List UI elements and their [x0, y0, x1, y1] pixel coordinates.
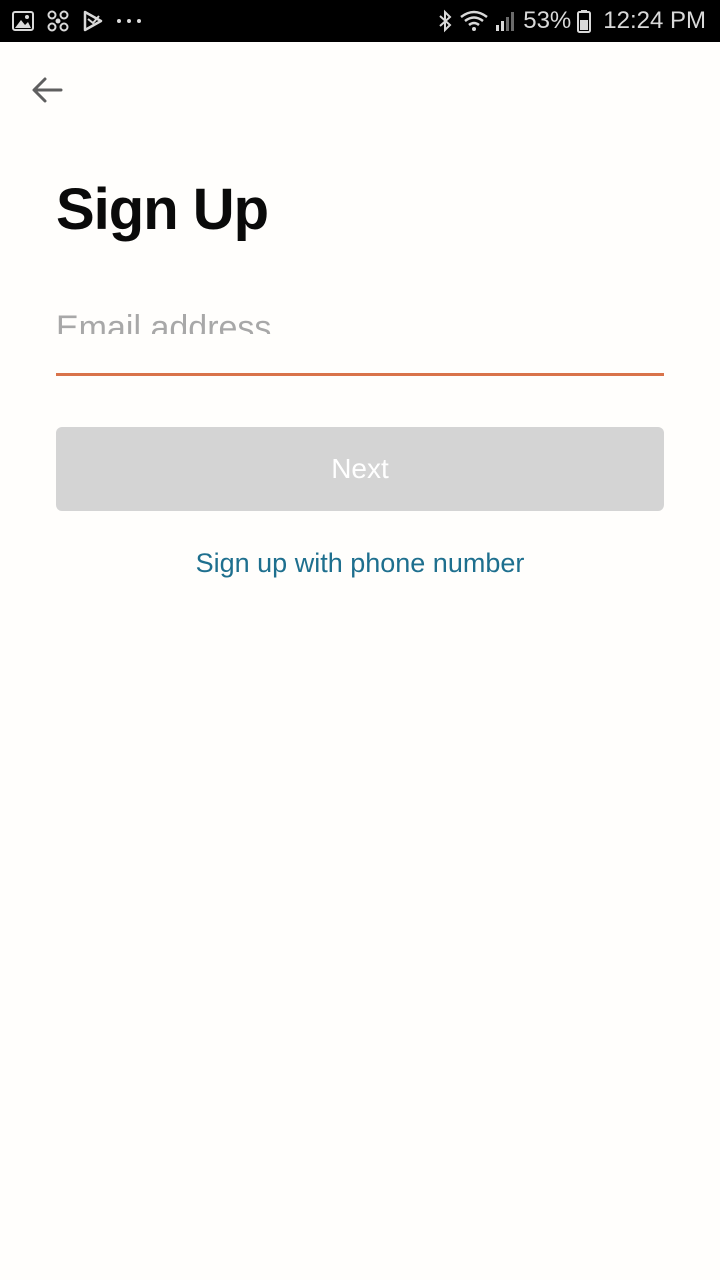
- back-button[interactable]: [26, 72, 68, 112]
- battery-percent: 53%: [523, 7, 572, 34]
- signal-icon: [495, 10, 517, 32]
- fan-icon: [46, 9, 70, 33]
- next-button[interactable]: Next: [56, 427, 664, 511]
- sign-up-with-phone-link[interactable]: Sign up with phone number: [56, 548, 664, 579]
- bluetooth-icon: [437, 9, 453, 33]
- arrow-left-icon: [31, 76, 63, 109]
- gallery-icon: [12, 11, 34, 31]
- status-bar: 53% 12:24 PM: [0, 0, 720, 42]
- status-right: 53% 12:24 PM: [437, 7, 706, 35]
- battery-icon: [577, 9, 592, 33]
- clock: 12:24 PM: [603, 7, 706, 34]
- email-input[interactable]: [56, 308, 664, 334]
- status-left-icons: [12, 9, 142, 33]
- page-title: Sign Up: [56, 177, 269, 242]
- play-store-icon: [82, 10, 104, 32]
- wifi-icon: [459, 9, 489, 33]
- email-field[interactable]: [56, 300, 664, 376]
- more-dots-icon: [116, 17, 142, 25]
